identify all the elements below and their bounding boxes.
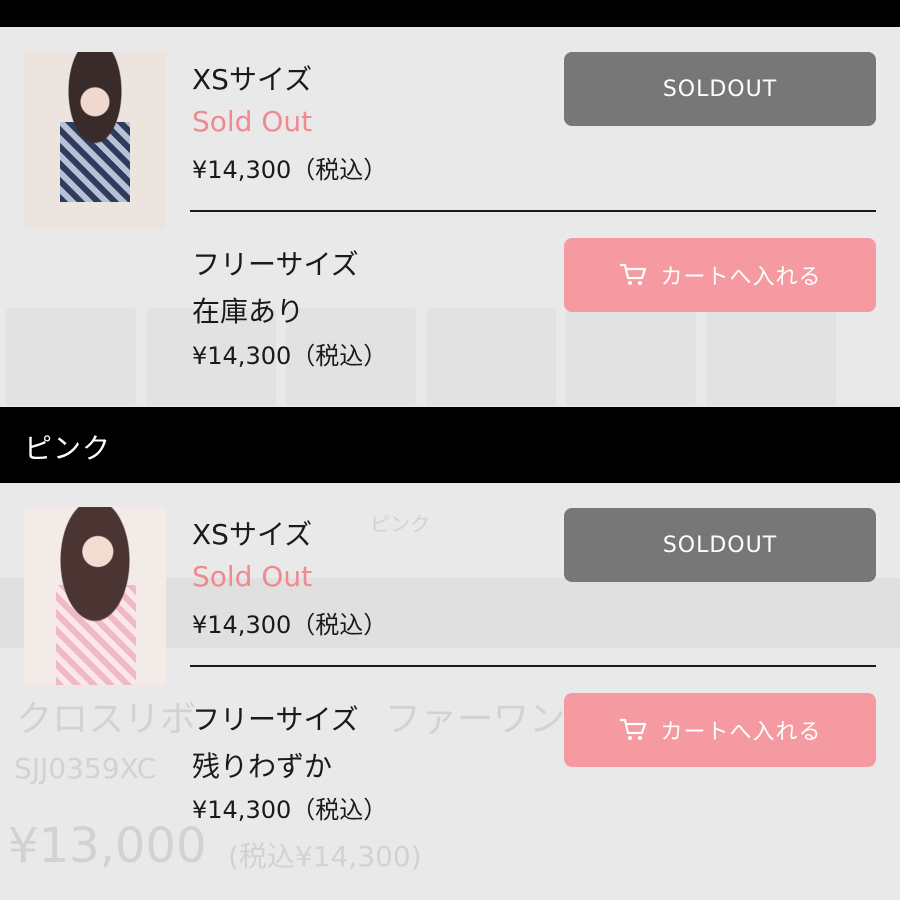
background-product-name: クロスリボ	[16, 699, 197, 740]
soldout-button: SOLDOUT	[564, 508, 876, 582]
color-header-bar	[0, 0, 900, 27]
divider	[190, 665, 876, 667]
divider	[190, 210, 876, 212]
price-label: ¥14,300（税込）	[192, 342, 388, 370]
background-price: ¥13,000	[8, 818, 207, 874]
soldout-button-label: SOLDOUT	[662, 76, 778, 102]
add-to-cart-button[interactable]: カートへ入れる	[564, 693, 876, 767]
stock-status: 在庫あり	[192, 295, 305, 328]
price-label: ¥14,300（税込）	[192, 796, 388, 824]
soldout-button-label: SOLDOUT	[662, 532, 778, 558]
background-sku: SJJ0359XC	[14, 752, 157, 785]
cart-icon	[618, 262, 648, 288]
stock-status: Sold Out	[192, 560, 313, 593]
soldout-button: SOLDOUT	[564, 52, 876, 126]
color-header-pink: ピンク	[0, 407, 900, 483]
stock-status: Sold Out	[192, 105, 313, 138]
size-label: XSサイズ	[192, 63, 313, 96]
background-thumbnails	[0, 308, 900, 406]
price-label: ¥14,300（税込）	[192, 156, 388, 184]
size-label: フリーサイズ	[192, 703, 359, 736]
add-to-cart-label: カートへ入れる	[660, 265, 822, 290]
size-label: XSサイズ	[192, 518, 313, 551]
price-label: ¥14,300（税込）	[192, 611, 388, 639]
background-product-name-2: ファーワン	[385, 699, 566, 740]
add-to-cart-label: カートへ入れる	[660, 720, 822, 745]
add-to-cart-button[interactable]: カートへ入れる	[564, 238, 876, 312]
cart-icon	[618, 717, 648, 743]
product-thumbnail	[24, 507, 166, 685]
stock-status: 残りわずか	[192, 750, 333, 783]
product-thumbnail	[24, 52, 166, 230]
background-price-tax: (税込¥14,300)	[228, 840, 422, 873]
size-label: フリーサイズ	[192, 248, 359, 281]
color-name: ピンク	[24, 432, 112, 465]
background-tab-label: ピンク	[370, 512, 430, 536]
